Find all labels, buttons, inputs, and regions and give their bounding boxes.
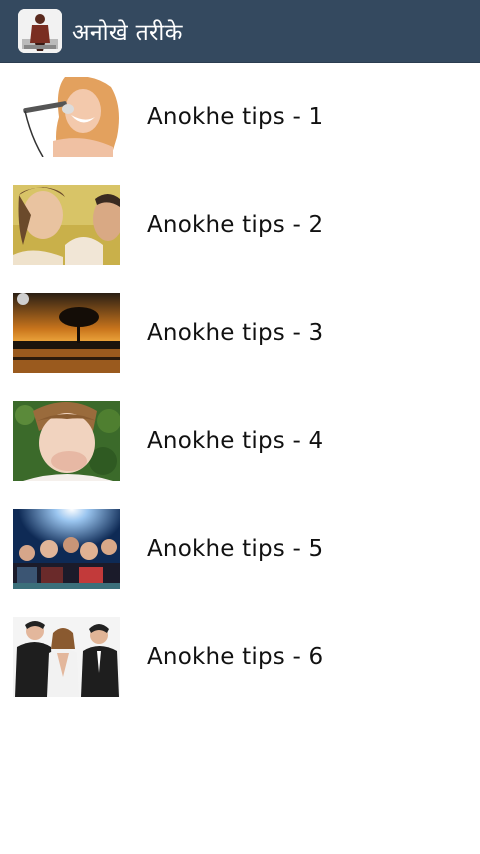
list-item[interactable]: Anokhe tips - 3 xyxy=(0,279,480,387)
list-item[interactable]: Anokhe tips - 4 xyxy=(0,387,480,495)
list-item-label: Anokhe tips - 6 xyxy=(147,644,324,670)
list-item-label: Anokhe tips - 4 xyxy=(147,428,324,454)
tips-list: Anokhe tips - 1 Anokhe tips - 2 Anokhe t… xyxy=(0,63,480,711)
whisper-trio-thumbnail xyxy=(13,617,120,697)
tree-sunset-thumbnail xyxy=(13,293,120,373)
list-item-label: Anokhe tips - 5 xyxy=(147,536,324,562)
list-item-label: Anokhe tips - 1 xyxy=(147,104,324,130)
woman-singing-thumbnail xyxy=(13,77,120,157)
list-item-label: Anokhe tips - 3 xyxy=(147,320,324,346)
list-item[interactable]: Anokhe tips - 1 xyxy=(0,63,480,171)
cinema-audience-thumbnail xyxy=(13,509,120,589)
app-logo-icon[interactable] xyxy=(18,9,62,53)
list-item-label: Anokhe tips - 2 xyxy=(147,212,324,238)
list-item[interactable]: Anokhe tips - 6 xyxy=(0,603,480,711)
couple-thumbnail xyxy=(13,185,120,265)
app-title: अनोखे तरीके xyxy=(72,20,183,46)
list-item[interactable]: Anokhe tips - 5 xyxy=(0,495,480,603)
action-bar: अनोखे तरीके xyxy=(0,0,480,63)
list-item[interactable]: Anokhe tips - 2 xyxy=(0,171,480,279)
surprised-woman-thumbnail xyxy=(13,401,120,481)
